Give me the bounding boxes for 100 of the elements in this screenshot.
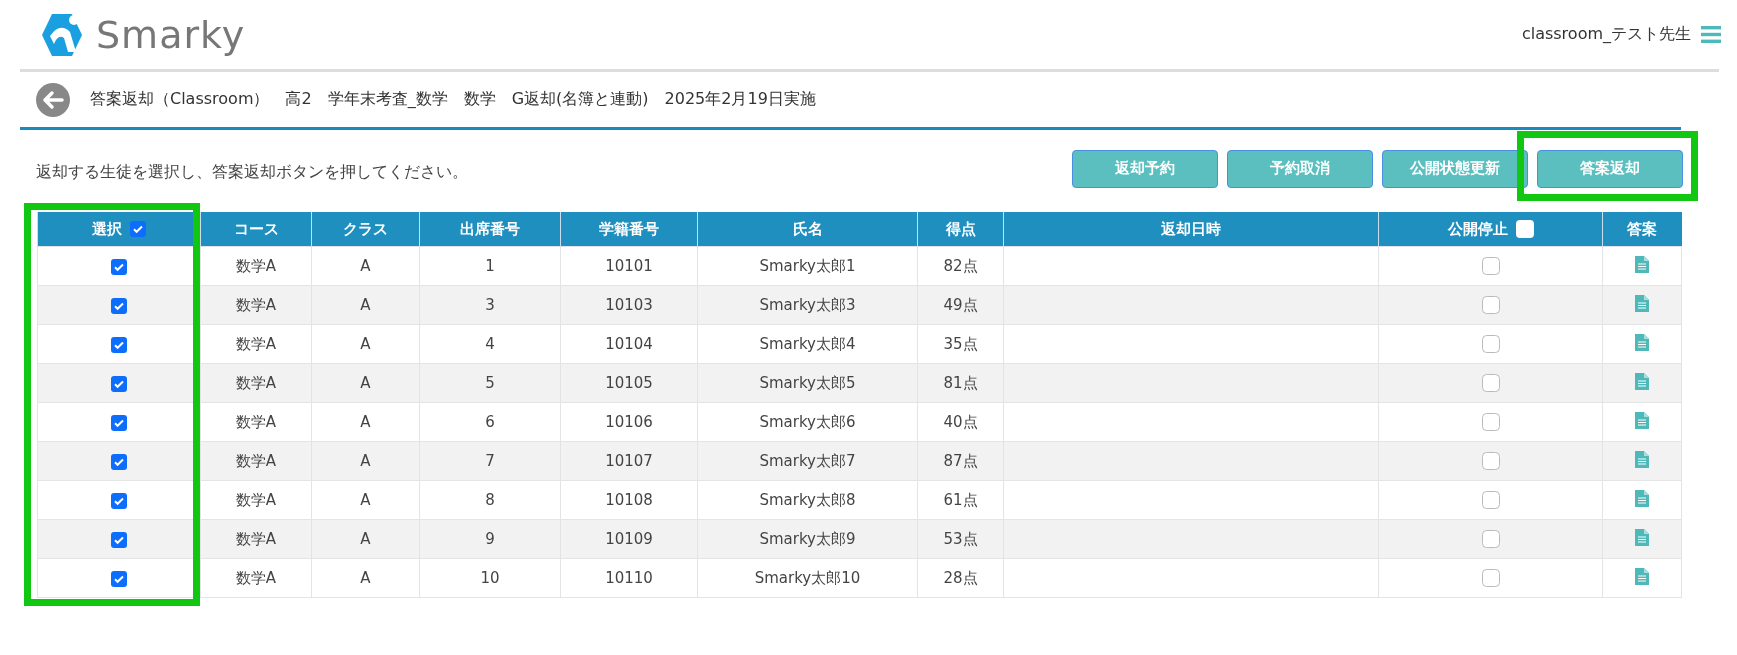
table-cell: 9: [485, 530, 495, 548]
table-cell: 40点: [943, 412, 978, 431]
table-cell: 49点: [943, 295, 978, 314]
breadcrumb-text: 高2: [285, 89, 312, 110]
table-cell: 10110: [605, 569, 653, 587]
breadcrumb-text: 答案返却（Classroom）: [90, 89, 270, 110]
header-checkbox[interactable]: [1515, 220, 1534, 238]
table-cell: 28点: [943, 568, 978, 587]
private-checkbox[interactable]: [1481, 491, 1500, 510]
table-cell: Smarky太郎1: [759, 256, 856, 275]
row-checkbox[interactable]: [111, 258, 127, 275]
table-cell: 8: [485, 491, 495, 509]
row-checkbox[interactable]: [111, 492, 127, 509]
private-checkbox[interactable]: [1481, 569, 1500, 588]
table-cell: 61点: [943, 490, 978, 509]
column-header: 氏名: [792, 219, 823, 238]
user-name: classroom_テスト先生: [1521, 24, 1691, 45]
document-icon[interactable]: [1635, 411, 1649, 429]
table-cell: 10108: [605, 491, 653, 509]
document-icon[interactable]: [1635, 372, 1649, 390]
table-cell: Smarky太郎6: [759, 412, 856, 431]
breadcrumb-text: 2025年2月19日実施: [664, 89, 816, 110]
brand-name: Smarky: [96, 12, 246, 57]
breadcrumb-text: 学年末考査_数学: [327, 89, 448, 110]
table-cell: 82点: [943, 256, 978, 275]
table-cell: 10105: [605, 374, 653, 392]
private-checkbox[interactable]: [1481, 452, 1500, 471]
instruction-text: 返却する生徒を選択し、答案返却ボタンを押してください。: [36, 161, 468, 183]
table-cell: 35点: [943, 334, 978, 353]
action-button[interactable]: 公開状態更新: [1382, 149, 1528, 188]
table-cell: 7: [485, 452, 495, 470]
document-icon[interactable]: [1635, 450, 1649, 468]
column-header: 得点: [945, 219, 976, 238]
private-checkbox[interactable]: [1481, 257, 1500, 276]
table-cell: 数学A: [235, 529, 277, 548]
table-cell: Smarky太郎10: [754, 568, 861, 587]
table-cell: 10101: [605, 257, 653, 275]
action-button[interactable]: 予約取消: [1227, 149, 1373, 188]
table-cell: 数学A: [235, 412, 277, 431]
private-checkbox[interactable]: [1481, 296, 1500, 315]
table-cell: A: [360, 452, 371, 470]
table-cell: A: [360, 374, 371, 392]
table-cell: A: [360, 413, 371, 431]
table-cell: A: [360, 296, 371, 314]
table-cell: 10107: [605, 452, 653, 470]
table-cell: 87点: [943, 451, 978, 470]
action-button[interactable]: 返却予約: [1072, 149, 1218, 188]
private-checkbox[interactable]: [1481, 374, 1500, 393]
row-checkbox[interactable]: [111, 375, 127, 392]
breadcrumb-text: G返却(名簿と連動): [511, 89, 649, 110]
row-checkbox[interactable]: [111, 453, 127, 470]
table-cell: 10106: [605, 413, 653, 431]
table-cell: 6: [485, 413, 495, 431]
table-cell: 1: [485, 257, 495, 275]
header-checkbox[interactable]: [130, 221, 146, 237]
table-cell: Smarky太郎7: [759, 451, 856, 470]
table-cell: 10103: [605, 296, 653, 314]
table-cell: 10109: [605, 530, 653, 548]
table-cell: 81点: [943, 373, 978, 392]
document-icon[interactable]: [1635, 333, 1649, 351]
table-cell: A: [360, 335, 371, 353]
table-cell: 数学A: [235, 373, 277, 392]
column-header: 答案: [1627, 219, 1658, 238]
row-checkbox[interactable]: [111, 336, 127, 353]
row-checkbox[interactable]: [111, 297, 127, 314]
table-cell: Smarky太郎4: [759, 334, 856, 353]
document-icon[interactable]: [1635, 567, 1649, 585]
table-cell: Smarky太郎8: [759, 490, 856, 509]
row-checkbox[interactable]: [111, 570, 127, 587]
document-icon[interactable]: [1635, 255, 1649, 273]
table-cell: 5: [485, 374, 495, 392]
document-icon[interactable]: [1635, 489, 1649, 507]
table-cell: 数学A: [235, 295, 277, 314]
table-cell: 数学A: [235, 568, 277, 587]
breadcrumb-text: 数学: [463, 89, 496, 110]
table-cell: 10: [480, 569, 500, 587]
back-icon[interactable]: [36, 82, 70, 117]
action-button[interactable]: 答案返却: [1537, 149, 1683, 188]
row-checkbox[interactable]: [111, 414, 127, 431]
column-header: 出席番号: [460, 219, 520, 238]
menu-icon[interactable]: [1701, 26, 1721, 43]
document-icon[interactable]: [1635, 528, 1649, 546]
document-icon[interactable]: [1635, 294, 1649, 312]
private-checkbox[interactable]: [1481, 413, 1500, 432]
table-cell: A: [360, 257, 371, 275]
table-cell: Smarky太郎3: [759, 295, 856, 314]
table-cell: Smarky太郎5: [759, 373, 856, 392]
table-cell: 数学A: [235, 334, 277, 353]
table-cell: A: [360, 491, 371, 509]
table-cell: 数学A: [235, 256, 277, 275]
private-checkbox[interactable]: [1481, 335, 1500, 354]
column-header: クラス: [343, 219, 388, 238]
table-cell: 3: [485, 296, 495, 314]
column-header: 選択: [92, 219, 122, 239]
table-cell: Smarky太郎9: [759, 529, 856, 548]
table-cell: 10104: [605, 335, 653, 353]
table-cell: 53点: [943, 529, 978, 548]
row-checkbox[interactable]: [111, 531, 127, 548]
private-checkbox[interactable]: [1481, 530, 1500, 549]
column-header: 返却日時: [1161, 219, 1221, 238]
